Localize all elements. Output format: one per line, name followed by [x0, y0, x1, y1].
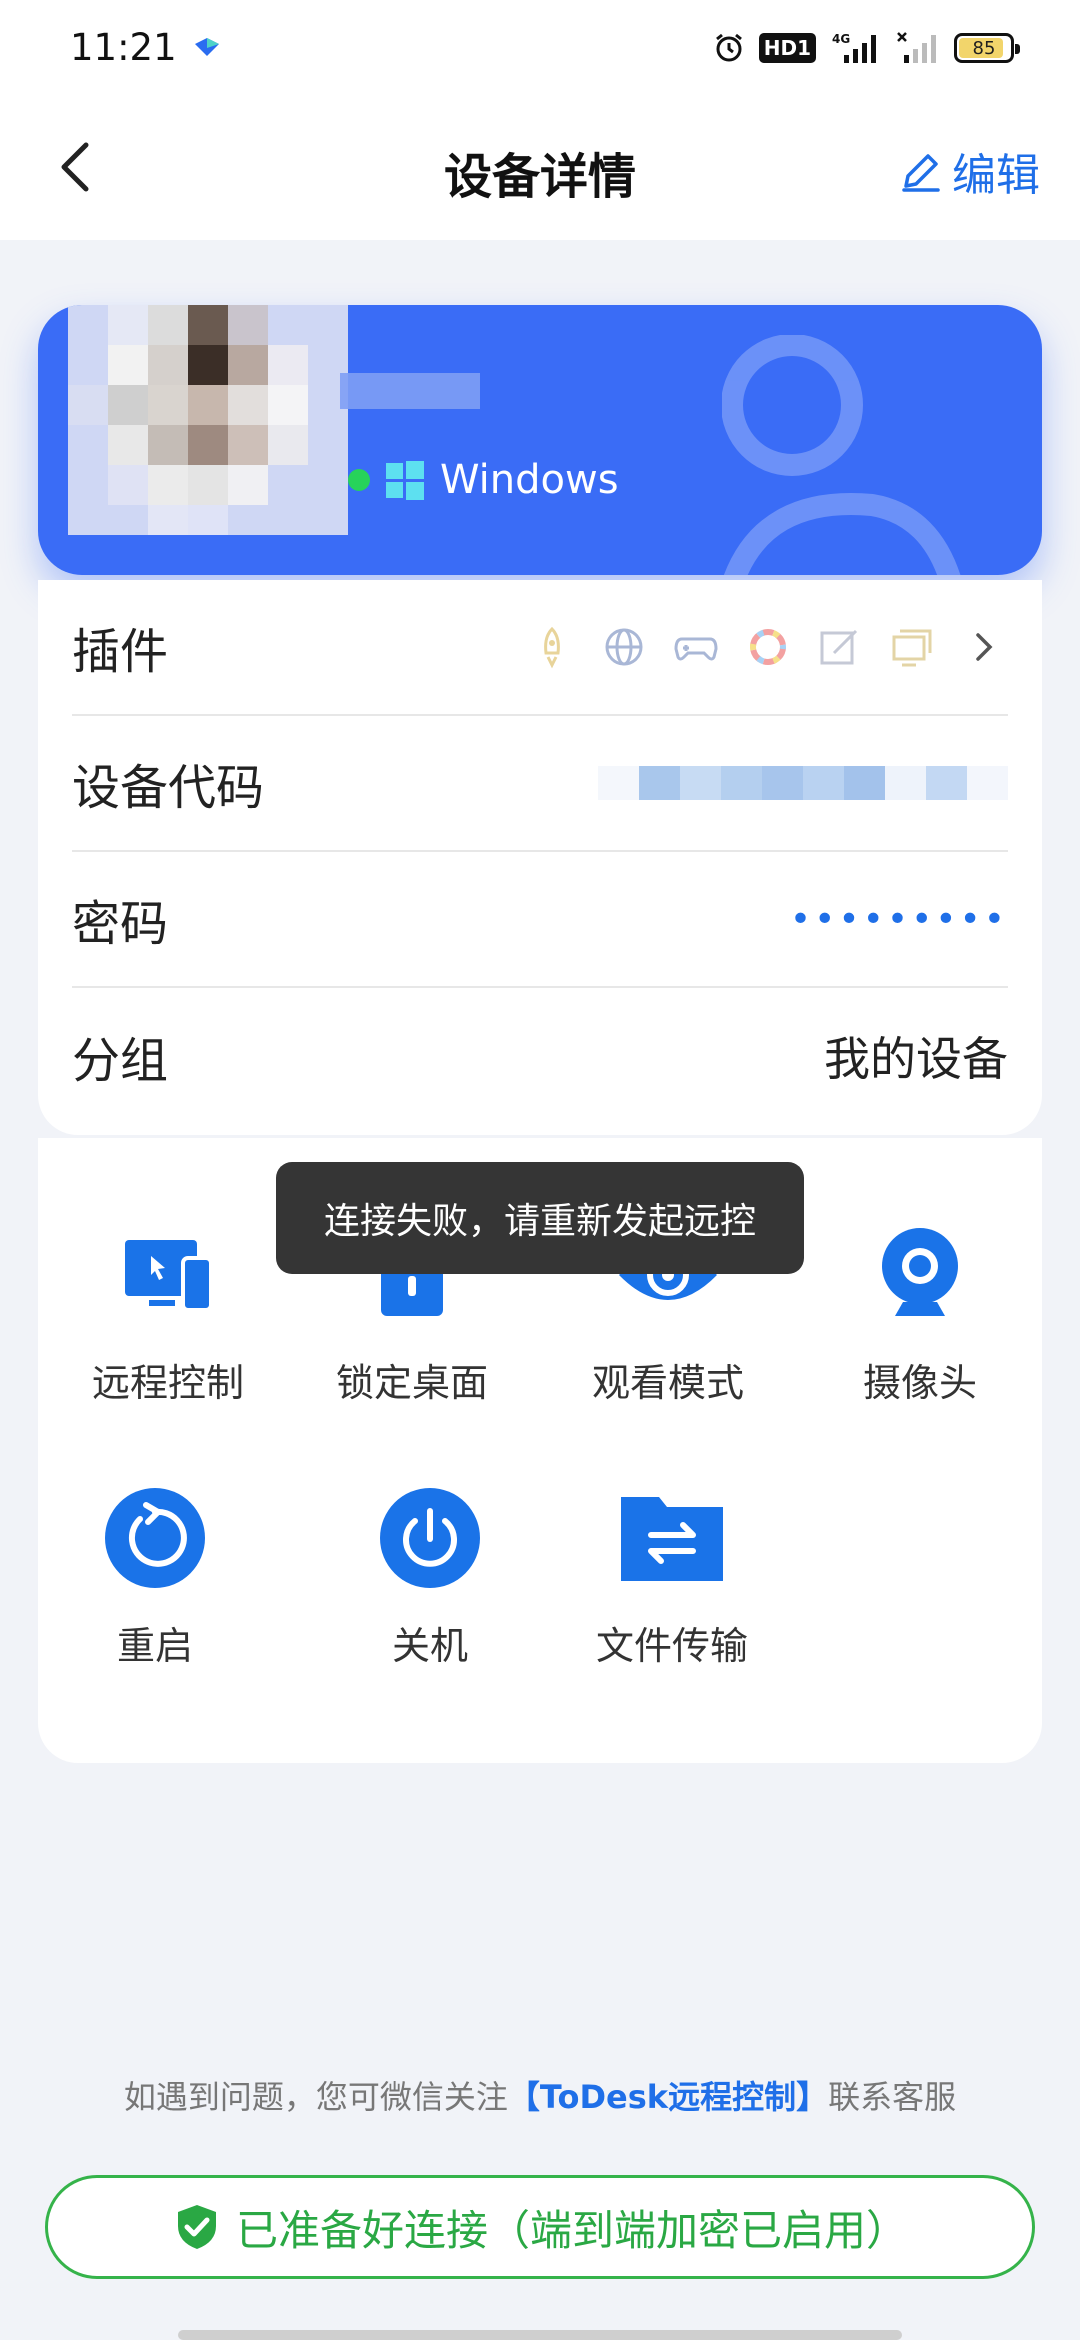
lock-desktop-label: 锁定桌面: [335, 1361, 488, 1405]
group-value: 我的设备: [824, 1032, 1008, 1086]
svg-text:4G: 4G: [832, 32, 850, 46]
password-label: 密码: [72, 896, 169, 952]
power-icon: [380, 1488, 480, 1588]
plugin-icons: [528, 623, 1008, 671]
alarm-icon: [715, 33, 742, 62]
edit-label: 编辑: [952, 150, 1040, 201]
status-time: 11:21: [70, 26, 177, 69]
group-label: 分组: [72, 1033, 169, 1089]
app-header: 设备详情 编辑: [0, 95, 1080, 240]
os-name: Windows: [440, 457, 619, 503]
help-prefix: 如遇到问题，您可微信关注: [123, 2078, 508, 2116]
todesk-app-icon: [195, 38, 219, 56]
device-name-redacted: [340, 373, 480, 409]
password-row[interactable]: 密码 •••••••••: [72, 852, 1008, 988]
os-row: Windows: [348, 457, 619, 503]
color-wheel-icon: [750, 629, 786, 665]
shutdown-label: 关机: [391, 1624, 468, 1668]
battery-level: 85: [972, 37, 996, 59]
camera-label: 摄像头: [862, 1361, 977, 1405]
plugins-label: 插件: [72, 624, 169, 680]
edit-button[interactable]: 编辑: [898, 139, 1040, 203]
file-transfer-button[interactable]: 文件传输: [562, 1483, 782, 1670]
pencil-icon: [902, 154, 940, 192]
shutdown-button[interactable]: 关机: [320, 1483, 540, 1670]
remote-control-button[interactable]: 远程控制: [58, 1220, 278, 1407]
help-text: 如遇到问题，您可微信关注【ToDesk远程控制】联系客服: [0, 2072, 1080, 2118]
signal-empty-icon: [897, 32, 936, 63]
help-suffix: 联系客服: [828, 2078, 957, 2116]
globe-icon: [605, 628, 643, 666]
home-indicator[interactable]: [178, 2330, 902, 2340]
battery-icon: 85: [954, 33, 1020, 63]
rocket-icon: [544, 626, 560, 669]
plugins-row[interactable]: 插件: [72, 580, 1008, 716]
group-row[interactable]: 分组 我的设备: [72, 988, 1008, 1124]
folder-transfer-icon: [621, 1497, 723, 1581]
shield-check-icon: [177, 2205, 216, 2249]
device-info-card: 插件 设备代码 密码 ••••••••• 分组 我的设备: [38, 580, 1042, 1135]
remote-control-icon: [125, 1240, 213, 1312]
hd-badge: HD1: [758, 33, 816, 63]
camera-button[interactable]: 摄像头: [810, 1220, 1030, 1407]
password-value: •••••••••: [789, 898, 1008, 940]
chevron-right-icon[interactable]: [960, 623, 1008, 671]
connection-ready-status: 已准备好连接（端到端加密已启用）: [45, 2175, 1035, 2279]
device-code-redacted: [598, 766, 1008, 800]
device-code-row: 设备代码: [72, 716, 1008, 852]
remote-control-label: 远程控制: [91, 1361, 244, 1405]
status-bar: 11:21 HD1 4G 85: [0, 0, 1080, 95]
restart-label: 重启: [116, 1624, 193, 1668]
device-avatar: [68, 305, 348, 535]
pen-tablet-icon: [820, 629, 858, 665]
toast-message: 连接失败，请重新发起远控: [276, 1162, 804, 1274]
online-status-dot: [348, 469, 370, 491]
gamepad-icon: [674, 637, 718, 661]
watch-mode-label: 观看模式: [591, 1361, 744, 1405]
device-card[interactable]: Windows: [38, 305, 1042, 575]
device-code-label: 设备代码: [72, 760, 265, 816]
restart-button[interactable]: 重启: [45, 1483, 265, 1670]
restart-icon: [105, 1488, 205, 1588]
help-brand-link[interactable]: 【ToDesk远程控制】: [508, 2078, 828, 2116]
ready-status-text: 已准备好连接（端到端加密已启用）: [235, 2205, 908, 2255]
signal-4g-icon: 4G: [832, 32, 876, 63]
file-transfer-label: 文件传输: [595, 1624, 748, 1668]
webcam-icon: [882, 1228, 958, 1316]
status-icons: HD1 4G 85: [713, 28, 1020, 68]
person-watermark-icon: [722, 335, 961, 575]
screens-icon: [892, 629, 932, 667]
windows-icon: [386, 461, 424, 500]
